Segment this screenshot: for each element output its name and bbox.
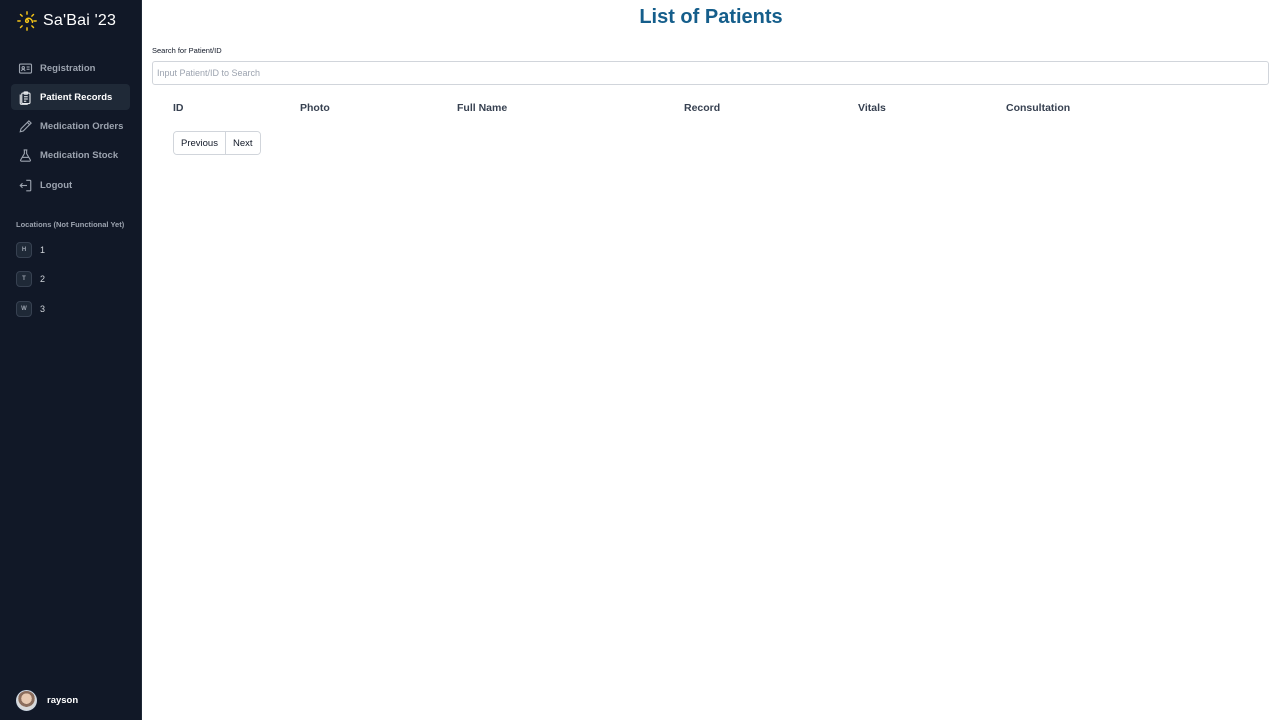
sidebar-item-medication-orders[interactable]: Medication Orders: [11, 114, 130, 140]
clipboard-icon: [17, 89, 34, 106]
previous-button[interactable]: Previous: [174, 132, 225, 154]
sidebar-item-logout[interactable]: Logout: [11, 172, 130, 198]
pagination: Previous Next: [173, 131, 261, 155]
sun-spiral-icon: [16, 10, 38, 32]
locations-heading: Locations (Not Functional Yet): [16, 220, 125, 230]
page-title: List of Patients: [639, 6, 783, 28]
column-header-full-name: Full Name: [457, 102, 508, 114]
location-item[interactable]: T 2: [16, 270, 141, 288]
search-label: Search for Patient/ID: [152, 46, 222, 55]
app-root: Sa'Bai '23 Registration Patient Records …: [0, 0, 1280, 720]
next-button[interactable]: Next: [224, 132, 260, 154]
sidebar-item-medication-stock[interactable]: Medication Stock: [11, 143, 130, 169]
sidebar-item-patient-records[interactable]: Patient Records: [11, 84, 130, 111]
sidebar-item-label: Logout: [40, 179, 73, 191]
main-content: List of Patients Search for Patient/ID I…: [142, 0, 1280, 720]
location-label: 3: [40, 303, 46, 314]
pencil-icon: [17, 118, 34, 135]
column-header-consultation: Consultation: [1006, 102, 1071, 114]
location-label: 2: [40, 274, 46, 285]
column-header-photo: Photo: [300, 102, 330, 114]
sidebar: Sa'Bai '23 Registration Patient Records …: [0, 0, 142, 720]
column-header-vitals: Vitals: [858, 102, 886, 114]
user-profile[interactable]: rayson: [16, 690, 78, 711]
column-header-record: Record: [684, 102, 721, 114]
location-badge: T: [16, 271, 32, 288]
location-item[interactable]: W 3: [16, 300, 141, 318]
brand-name: Sa'Bai '23: [43, 12, 117, 29]
search-input[interactable]: [152, 61, 1269, 85]
sidebar-nav: Registration Patient Records Medication …: [0, 55, 141, 198]
location-item[interactable]: H 1: [16, 241, 141, 259]
column-header-id: ID: [173, 102, 184, 114]
sidebar-item-registration[interactable]: Registration: [11, 55, 130, 81]
location-label: 1: [40, 245, 46, 256]
sidebar-item-label: Patient Records: [40, 91, 113, 103]
brand[interactable]: Sa'Bai '23: [0, 0, 141, 42]
sidebar-item-label: Medication Orders: [40, 121, 124, 133]
flask-icon: [17, 147, 34, 164]
location-badge: W: [16, 300, 32, 317]
sidebar-item-label: Registration: [40, 62, 96, 74]
id-card-icon: [17, 60, 34, 77]
table-header: ID Photo Full Name Record Vitals Consult…: [142, 102, 1280, 116]
sidebar-item-label: Medication Stock: [40, 150, 119, 162]
user-name: rayson: [47, 695, 79, 706]
avatar: [16, 690, 37, 711]
location-badge: H: [16, 242, 32, 259]
logout-icon: [17, 177, 34, 194]
locations-list: H 1 T 2 W 3: [0, 241, 141, 318]
